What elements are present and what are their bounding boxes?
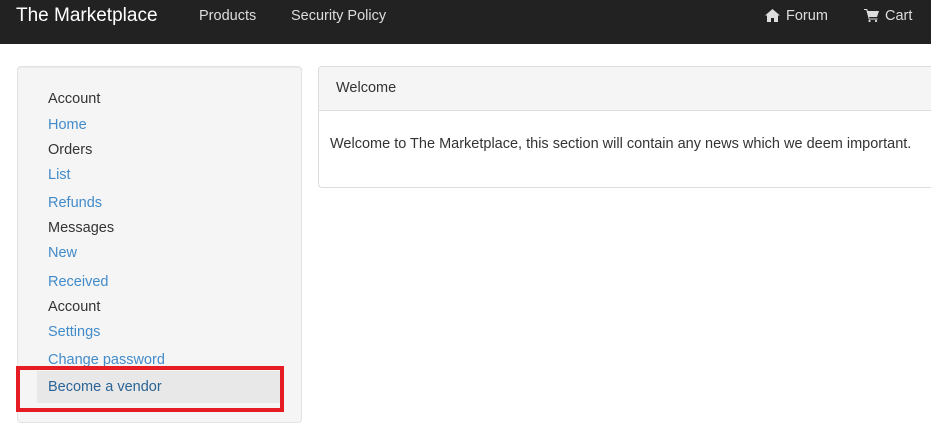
cart-icon <box>864 9 879 22</box>
sidebar-header-messages: Messages <box>48 220 115 236</box>
nav-security-policy-link[interactable]: Security Policy <box>291 8 386 25</box>
highlight-annotation-box <box>16 366 284 412</box>
nav-cart-label: Cart <box>885 8 913 24</box>
welcome-panel: Welcome Welcome to The Marketplace, this… <box>318 66 931 188</box>
sidebar-item-received[interactable]: Received <box>48 273 108 291</box>
sidebar-header-account-settings: Account <box>48 299 101 315</box>
sidebar-item-new[interactable]: New <box>48 244 77 262</box>
sidebar-item-refunds[interactable]: Refunds <box>48 194 102 212</box>
sidebar-item-settings[interactable]: Settings <box>48 323 100 341</box>
panel-heading: Welcome <box>319 67 931 111</box>
nav-cart-link[interactable]: Cart <box>864 8 912 25</box>
nav-forum-label: Forum <box>786 8 828 24</box>
top-navbar: The Marketplace Products Security Policy… <box>0 0 931 44</box>
nav-products-link[interactable]: Products <box>199 8 256 25</box>
brand-link[interactable]: The Marketplace <box>16 5 158 27</box>
sidebar-header-account: Account <box>48 91 101 107</box>
panel-body-text: Welcome to The Marketplace, this section… <box>330 136 912 152</box>
nav-forum-link[interactable]: Forum <box>765 8 828 25</box>
home-icon <box>765 9 780 22</box>
sidebar-item-home[interactable]: Home <box>48 116 87 134</box>
sidebar-item-list[interactable]: List <box>48 166 71 184</box>
sidebar-header-orders: Orders <box>48 142 93 158</box>
